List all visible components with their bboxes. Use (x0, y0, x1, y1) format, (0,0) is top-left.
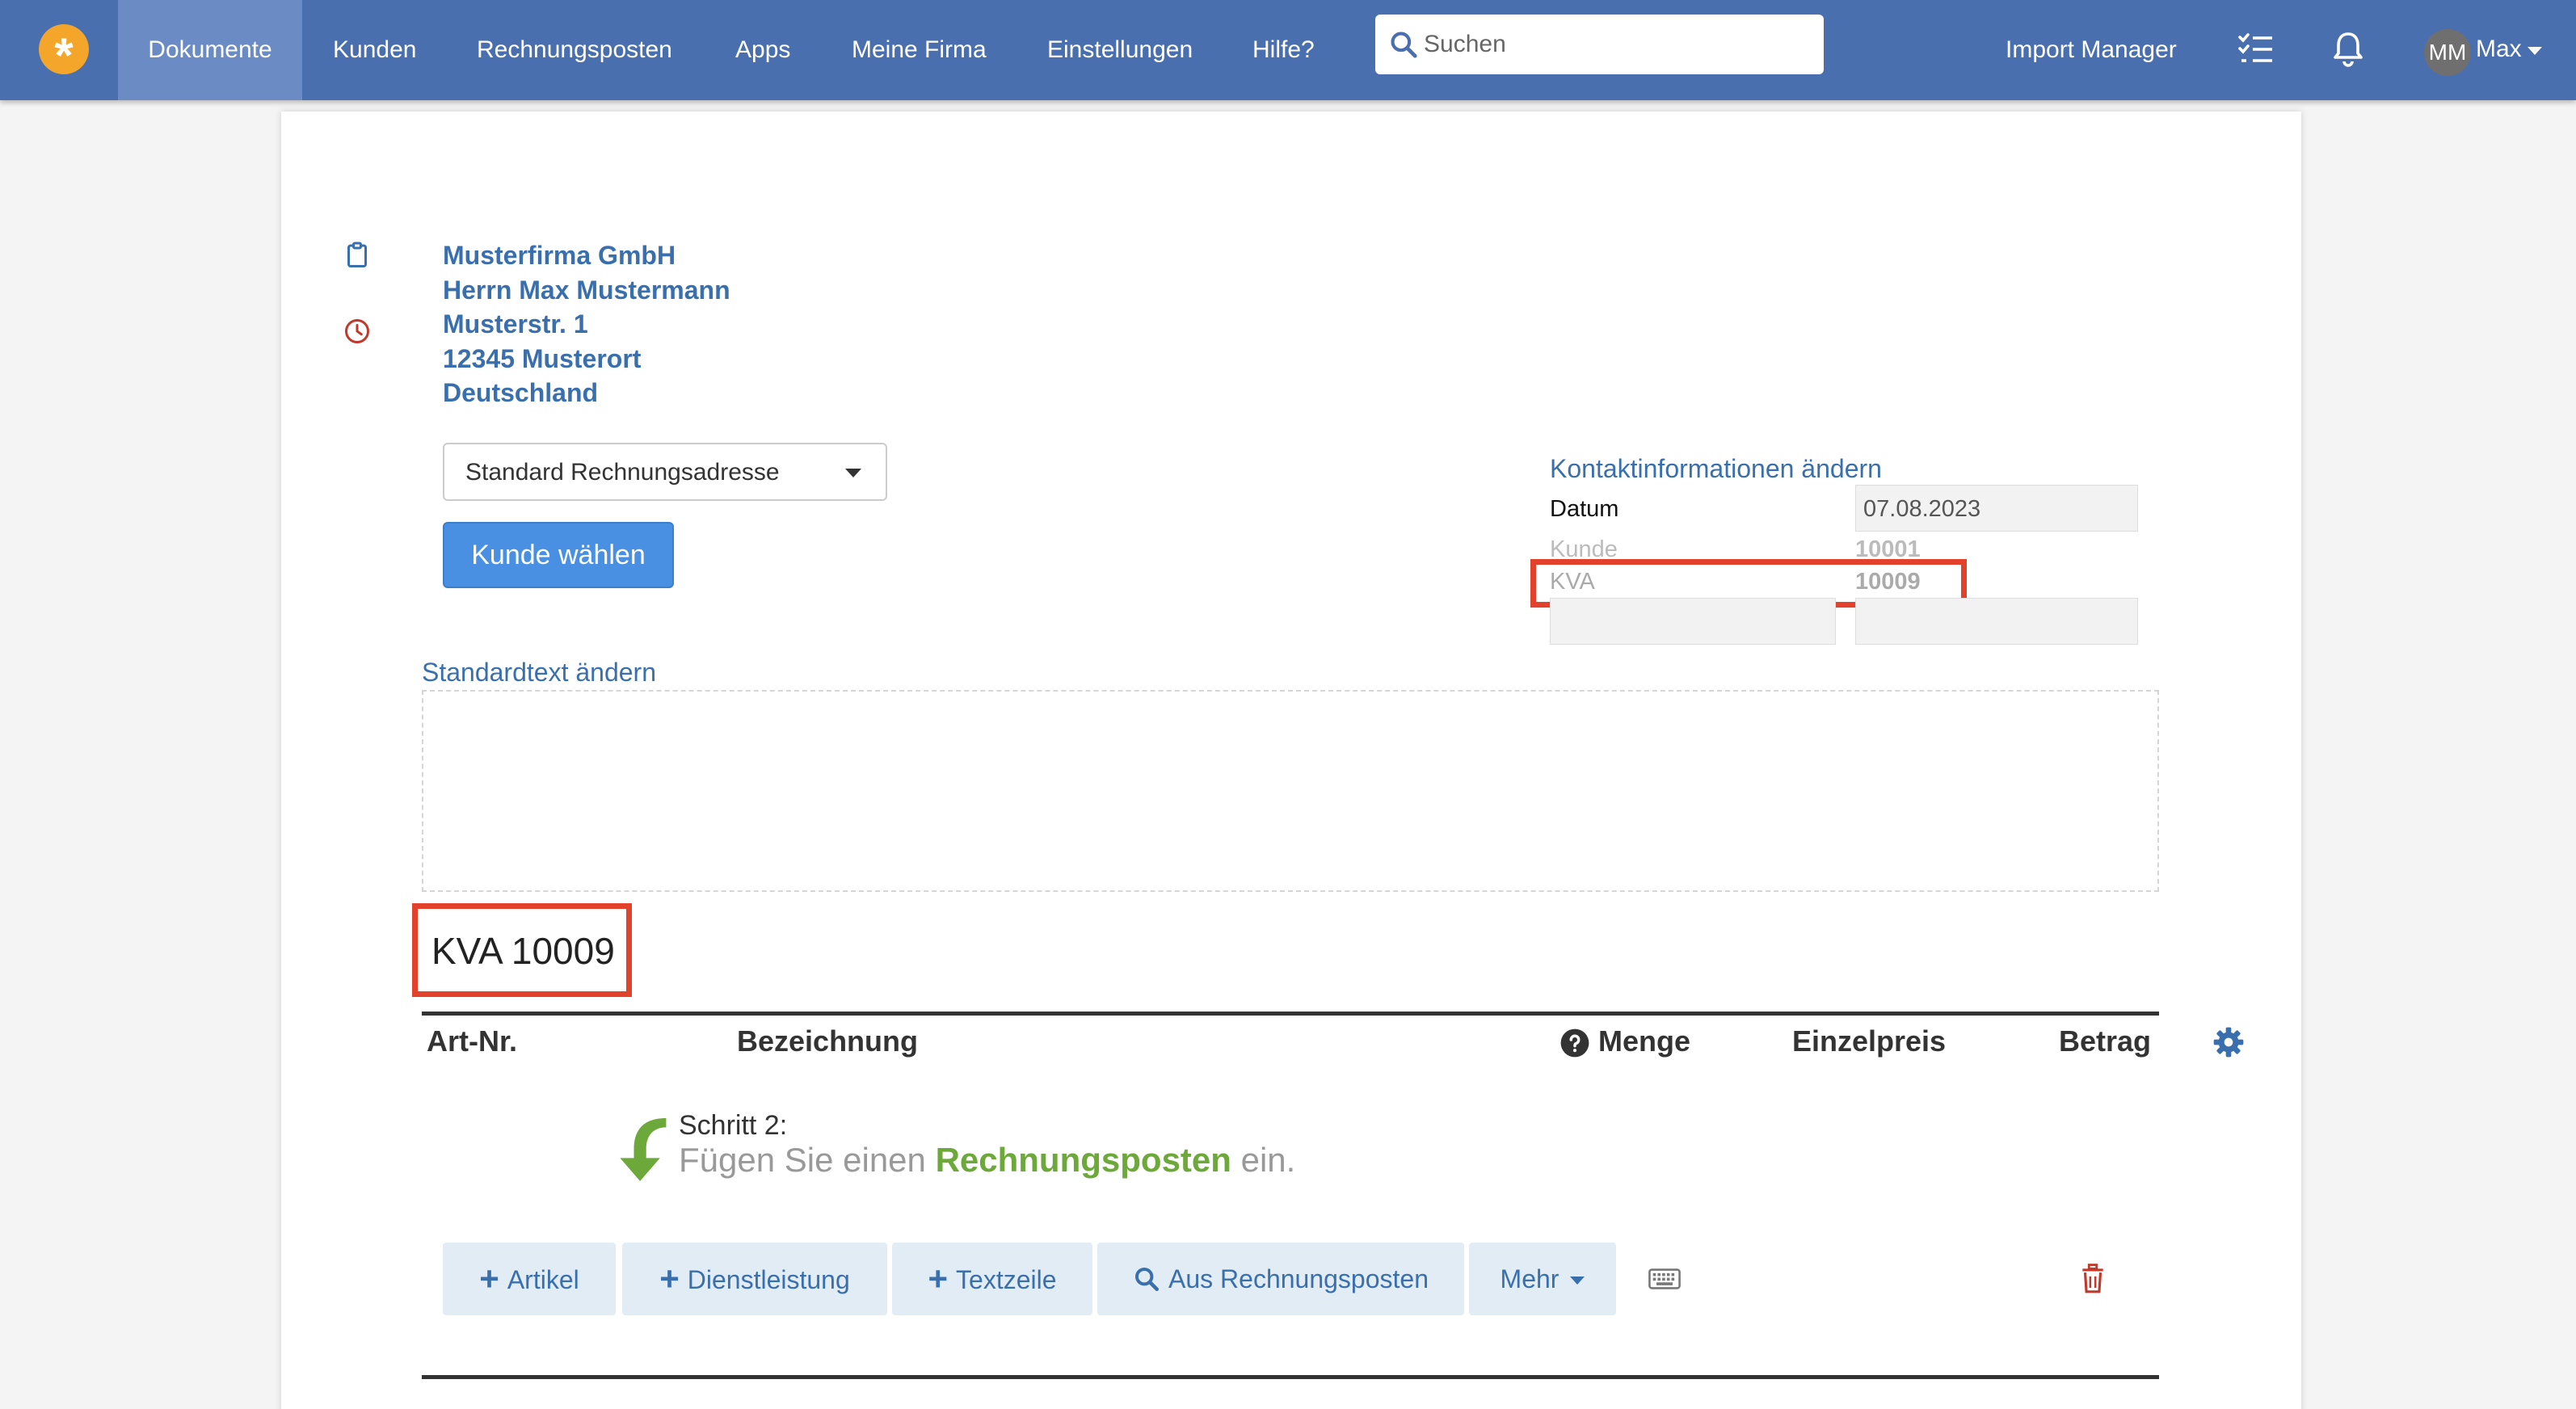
nav-item-hilfe[interactable]: Hilfe? (1252, 0, 1315, 100)
nav-item-kunden[interactable]: Kunden (333, 0, 416, 100)
change-contact-info-link[interactable]: Kontaktinformationen ändern (1550, 454, 1882, 484)
search-input[interactable] (1424, 23, 1812, 66)
column-art-nr: Art-Nr. (427, 1024, 518, 1058)
extra-label-field[interactable] (1550, 598, 1836, 645)
chevron-down-icon (1570, 1277, 1585, 1285)
clipboard-icon[interactable] (343, 241, 372, 270)
choose-customer-button[interactable]: Kunde wählen (443, 522, 674, 588)
clock-icon[interactable] (343, 317, 372, 346)
add-artikel-label: Artikel (507, 1265, 579, 1294)
address-select-value: Standard Rechnungsadresse (465, 459, 780, 486)
table-bottom-rule (422, 1375, 2159, 1379)
keyboard-icon[interactable] (1648, 1267, 1681, 1291)
nav-item-meine-firma[interactable]: Meine Firma (852, 0, 987, 100)
address-city: 12345 Musterort (443, 344, 642, 373)
add-textzeile-button[interactable]: + Textzeile (892, 1243, 1092, 1315)
app-logo-icon[interactable]: * (39, 24, 89, 82)
step-instruction: Fügen Sie einen Rechnungsposten ein. (679, 1141, 1295, 1180)
add-dienstleistung-label: Dienstleistung (687, 1265, 850, 1294)
address-contact: Herrn Max Mustermann (443, 275, 730, 305)
add-dienstleistung-button[interactable]: + Dienstleistung (622, 1243, 887, 1315)
table-top-rule (422, 1012, 2159, 1016)
help-circle-icon[interactable] (1559, 1028, 1590, 1058)
nav-item-dokumente[interactable]: Dokumente (118, 0, 302, 100)
step-text-highlight: Rechnungsposten (935, 1141, 1231, 1179)
document-title-highlight (412, 903, 632, 997)
standard-text-area[interactable] (422, 690, 2159, 892)
nav-item-einstellungen[interactable]: Einstellungen (1047, 0, 1193, 100)
arrow-down-left-icon (620, 1118, 667, 1181)
step-title: Schritt 2: (679, 1110, 788, 1141)
gear-icon[interactable] (2212, 1026, 2245, 1058)
date-label: Datum (1550, 496, 1619, 522)
trash-icon[interactable] (2080, 1264, 2106, 1294)
nav-item-rechnungsposten[interactable]: Rechnungsposten (477, 0, 672, 100)
avatar[interactable]: MM (2424, 29, 2471, 76)
add-artikel-button[interactable]: + Artikel (443, 1243, 616, 1315)
more-label: Mehr (1500, 1264, 1559, 1293)
user-menu-name[interactable]: Max (2476, 36, 2522, 63)
chevron-down-icon[interactable] (2528, 47, 2542, 55)
date-value: 07.08.2023 (1863, 496, 1981, 522)
search-icon (1134, 1267, 1160, 1292)
nav-item-apps[interactable]: Apps (735, 0, 790, 100)
import-manager-link[interactable]: Import Manager (2006, 0, 2177, 100)
bell-icon[interactable] (2329, 29, 2368, 68)
from-rechnungsposten-label: Aus Rechnungsposten (1168, 1264, 1429, 1293)
address-select[interactable]: Standard Rechnungsadresse (443, 443, 887, 501)
step-text-before: Fügen Sie einen (679, 1141, 926, 1179)
add-textzeile-label: Textzeile (956, 1265, 1057, 1294)
top-navbar: * Dokumente Kunden Rechnungsposten Apps … (0, 0, 2576, 100)
checklist-icon[interactable] (2237, 29, 2275, 68)
from-rechnungsposten-button[interactable]: Aus Rechnungsposten (1097, 1243, 1464, 1315)
search-icon (1391, 32, 1417, 58)
column-betrag: Betrag (2059, 1024, 2152, 1058)
search-box (1375, 15, 1824, 74)
column-menge: Menge (1598, 1024, 1691, 1058)
address-company: Musterfirma GmbH (443, 241, 676, 270)
extra-value-field[interactable] (1855, 598, 2138, 645)
more-dropdown-button[interactable]: Mehr (1469, 1243, 1616, 1315)
address-street: Musterstr. 1 (443, 309, 588, 339)
chevron-down-icon (845, 469, 861, 477)
step-text-after: ein. (1240, 1141, 1296, 1179)
change-standard-text-link[interactable]: Standardtext ändern (422, 658, 656, 688)
column-einzelpreis: Einzelpreis (1792, 1024, 1947, 1058)
column-bezeichnung: Bezeichnung (737, 1024, 919, 1058)
address-country: Deutschland (443, 378, 599, 407)
